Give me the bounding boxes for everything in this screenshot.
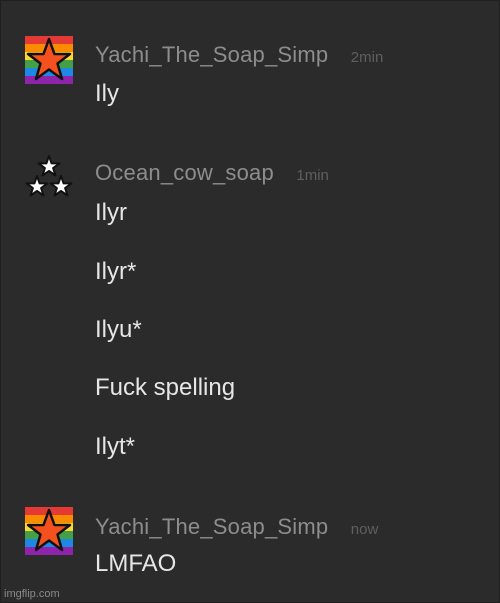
timestamp: 2min [350,49,384,66]
rainbow-star-avatar-icon[interactable] [25,507,73,555]
three-stars-avatar-icon[interactable] [25,154,73,202]
username[interactable]: Yachi_The_Soap_Simp [95,514,328,539]
message-text: Ilyu* [95,316,142,343]
message-text: LMFAO [95,550,177,577]
message-header: Yachi_The_Soap_Simp 2min [95,42,383,68]
message-text: Ilyt* [95,433,136,460]
timestamp: now [350,521,379,538]
chat-frame [0,0,500,603]
message-text: Fuck spelling [95,374,236,401]
message-text: Ily [95,80,119,107]
message-header: Yachi_The_Soap_Simp now [95,514,378,540]
rainbow-star-avatar-icon[interactable] [25,36,73,84]
watermark: imgflip.com [4,588,60,600]
message-text: Ilyr* [95,258,137,285]
username[interactable]: Yachi_The_Soap_Simp [95,42,328,67]
timestamp: 1min [296,167,329,184]
message-text: Ilyr [95,199,127,226]
username[interactable]: Ocean_cow_soap [95,160,274,185]
message-header: Ocean_cow_soap 1min [95,160,329,186]
